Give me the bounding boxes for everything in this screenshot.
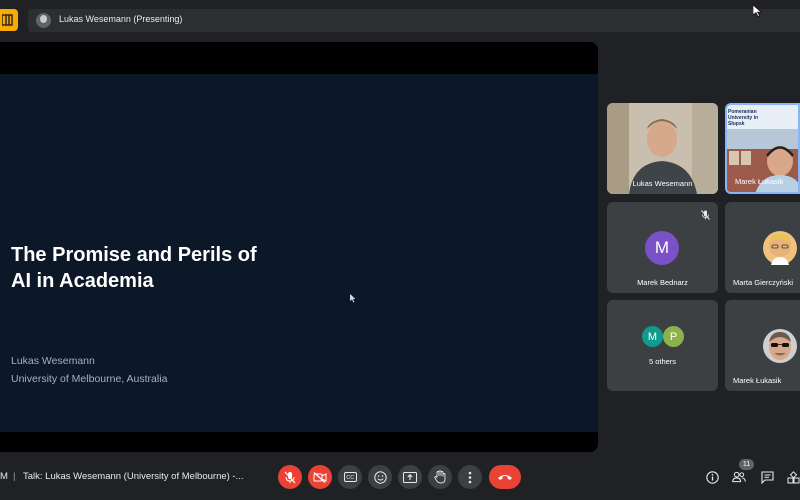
slide-pointer-icon <box>350 294 356 303</box>
more-options-button[interactable] <box>458 465 482 489</box>
camera-off-icon <box>313 471 327 483</box>
present-screen-icon <box>403 471 417 483</box>
activities-button[interactable] <box>787 470 800 484</box>
mic-off-button[interactable] <box>278 465 302 489</box>
mic-off-icon <box>284 471 296 483</box>
participant-tile-group[interactable]: M P 5 others <box>607 300 718 391</box>
captions-button[interactable]: CC <box>338 465 362 489</box>
chat-icon <box>760 470 774 484</box>
participant-tile[interactable]: Lukas Wesemann <box>607 103 718 194</box>
info-icon <box>705 470 719 484</box>
presenter-label: Lukas Wesemann (Presenting) <box>59 14 183 24</box>
more-vert-icon <box>468 471 472 483</box>
hang-up-icon <box>498 475 512 480</box>
participant-name: Lukas Wesemann <box>632 179 693 188</box>
captions-icon: CC <box>343 472 357 482</box>
participant-tile[interactable]: M Marek Bednarz <box>607 202 718 293</box>
slide-affiliation: University of Melbourne, Australia <box>11 373 168 385</box>
top-bar: Lukas Wesemann (Presenting) <box>0 0 800 40</box>
others-count: 5 others <box>648 357 677 366</box>
slide: The Promise and Perils of AI in Academia… <box>0 74 598 432</box>
participant-photo <box>763 329 797 363</box>
raise-hand-icon <box>434 470 446 484</box>
bottom-bar: M | Talk: Lukas Wesemann (University of … <box>0 456 800 500</box>
participant-tile-active[interactable]: Pomeranian University in Słupsk Marek Łu… <box>725 103 800 194</box>
group-avatar-2: P <box>663 326 684 347</box>
app-logo[interactable] <box>0 9 18 31</box>
camera-off-button[interactable] <box>308 465 332 489</box>
svg-text:CC: CC <box>346 475 354 481</box>
participant-count-badge: 11 <box>739 459 754 470</box>
muted-mic-icon <box>701 210 710 220</box>
building-icon <box>2 14 13 26</box>
present-button[interactable] <box>398 465 422 489</box>
meeting-title: Talk: Lukas Wesemann (University of Melb… <box>23 471 244 482</box>
slide-author: Lukas Wesemann <box>11 355 95 367</box>
group-avatar-1: M <box>642 326 663 347</box>
activities-icon <box>787 470 800 483</box>
leave-call-button[interactable] <box>489 465 521 489</box>
people-button[interactable] <box>732 470 746 484</box>
participant-photo <box>763 231 797 265</box>
meeting-separator: | <box>13 471 16 482</box>
participant-name: Marta Gierczyński <box>733 278 794 287</box>
participant-name: Marek Łukasik <box>735 177 784 186</box>
people-icon <box>732 471 746 483</box>
slide-title: The Promise and Perils of AI in Academia <box>11 242 311 294</box>
presenter-banner[interactable]: Lukas Wesemann (Presenting) <box>28 9 800 32</box>
participant-name: Marek Bednarz <box>637 278 688 287</box>
raise-hand-button[interactable] <box>428 465 452 489</box>
emoji-icon <box>373 470 387 484</box>
chat-button[interactable] <box>760 470 774 484</box>
participant-avatar: M <box>645 231 679 265</box>
participant-tile[interactable]: Marek Łukasik <box>725 300 800 391</box>
meeting-code: M <box>0 471 8 482</box>
background-banner-text: Pomeranian University in Słupsk <box>728 109 759 127</box>
mouse-cursor-icon <box>753 5 761 17</box>
meet-window: Lukas Wesemann (Presenting) The Promise … <box>0 0 800 500</box>
slide-title-line-1: The Promise and Perils of <box>11 244 257 266</box>
participant-name: Marek Łukasik <box>733 376 782 385</box>
presenter-avatar <box>36 13 51 28</box>
slide-title-line-2: AI in Academia <box>11 270 154 292</box>
participant-tile[interactable]: Marta Gierczyński <box>725 202 800 293</box>
info-button[interactable] <box>705 470 719 484</box>
presentation-stage[interactable]: The Promise and Perils of AI in Academia… <box>0 42 598 452</box>
emoji-button[interactable] <box>368 465 392 489</box>
